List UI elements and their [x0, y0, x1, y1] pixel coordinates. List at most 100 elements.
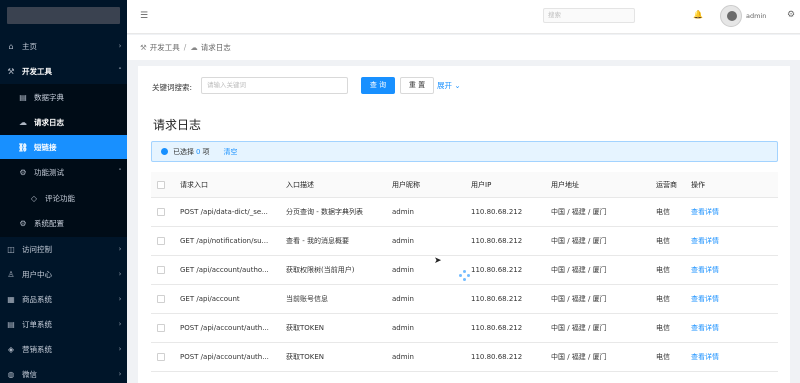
sidebar-item-label: 开发工具: [22, 66, 52, 76]
sidebar-item-user-center[interactable]: ♙ 用户中心 ›: [0, 262, 127, 286]
page-title: 请求日志: [153, 118, 202, 132]
breadcrumb-item-dev-tools[interactable]: 开发工具: [150, 42, 180, 53]
content-card: 关键词搜索: 请输入关键词 查 询 重 置 展开 ⌄ 请求日志 已选择 0 项 …: [138, 66, 790, 383]
row-checkbox[interactable]: [157, 295, 165, 303]
breadcrumb-item-request-log: 请求日志: [200, 43, 231, 52]
column-header: 用户地址: [551, 180, 579, 189]
cell-isp: 电信: [656, 237, 670, 245]
sidebar-item-order-system[interactable]: ▤ 订单系统 ›: [0, 312, 127, 336]
book-icon: ▤: [19, 92, 27, 102]
bell-icon[interactable]: 🔔: [693, 10, 703, 19]
cell-entry: POST /api/account/auth...: [180, 324, 269, 332]
mouse-cursor-icon: ➤: [434, 256, 442, 266]
view-details-link[interactable]: 查看详情: [691, 198, 741, 226]
lock-icon: ◫: [7, 244, 15, 254]
sidebar-item-request-log[interactable]: ☁ 请求日志: [0, 110, 127, 134]
sidebar-item-product-system[interactable]: ▦ 商品系统 ›: [0, 287, 127, 311]
sidebar-item-label: 商品系统: [22, 294, 52, 304]
view-details-link[interactable]: 查看详情: [691, 256, 741, 284]
cell-address: 中国 / 福建 / 厦门: [551, 324, 607, 332]
table-header: 请求入口 入口描述 用户昵称 用户IP 用户地址 运营商 操作: [151, 172, 778, 198]
user-icon: ♙: [7, 269, 15, 279]
order-icon: ▤: [7, 319, 15, 329]
view-details-link[interactable]: 查看详情: [691, 285, 741, 313]
cell-isp: 电信: [656, 353, 670, 361]
sidebar-item-short-link[interactable]: ⛓ 短链接: [0, 135, 127, 159]
selected-suffix: 项: [202, 147, 210, 156]
sidebar-item-feature-test[interactable]: ⚙ 功能测试 ˄: [0, 160, 127, 184]
sidebar-item-home[interactable]: ⌂ 主页 ›: [0, 34, 127, 58]
cell-ip: 110.80.68.212: [471, 266, 523, 274]
column-header: 操作: [691, 180, 705, 189]
gear-icon: ⚙: [19, 167, 27, 177]
expand-toggle[interactable]: 展开 ⌄: [437, 80, 461, 91]
clear-selection-link[interactable]: 清空: [223, 147, 237, 157]
sidebar-item-data-dict[interactable]: ▤ 数据字典: [0, 85, 127, 109]
cell-user: admin: [392, 266, 414, 274]
sidebar-item-system-config[interactable]: ⚙ 系统配置: [0, 211, 127, 235]
cell-entry: POST /api/account/auth...: [180, 353, 269, 361]
chevron-right-icon: ›: [118, 345, 122, 353]
cell-ip: 110.80.68.212: [471, 353, 523, 361]
chevron-up-icon: ˄: [118, 168, 122, 176]
breadcrumb-separator: /: [183, 43, 187, 52]
sidebar-item-label: 数据字典: [34, 92, 64, 102]
row-checkbox[interactable]: [157, 324, 165, 332]
row-checkbox[interactable]: [157, 353, 165, 361]
cell-ip: 110.80.68.212: [471, 237, 523, 245]
select-all-checkbox[interactable]: [157, 180, 165, 189]
cell-isp: 电信: [656, 208, 670, 216]
cell-isp: 电信: [656, 324, 670, 332]
query-button[interactable]: 查 询: [361, 77, 395, 94]
selection-alert: 已选择 0 项 清空: [151, 141, 778, 162]
sidebar-item-comments[interactable]: ◇ 评论功能: [0, 186, 127, 210]
product-icon: ▦: [7, 294, 15, 304]
cell-desc: 查看 - 我的消息概要: [286, 237, 349, 245]
column-header: 入口描述: [286, 180, 314, 189]
gear-icon: ⚙: [19, 218, 27, 228]
sidebar-item-marketing-system[interactable]: ◈ 营销系统 ›: [0, 337, 127, 361]
chevron-up-icon: ˄: [118, 67, 122, 75]
sidebar-item-access-control[interactable]: ◫ 访问控制 ›: [0, 237, 127, 261]
cell-isp: 电信: [656, 266, 670, 274]
sidebar-item-label: 用户中心: [22, 269, 52, 279]
cell-user: admin: [392, 353, 414, 361]
cell-entry: GET /api/account: [180, 295, 240, 303]
sidebar-item-label: 主页: [22, 41, 37, 51]
row-checkbox[interactable]: [157, 208, 165, 216]
table-row: POST /api/data-dict/_se... 分页查询 - 数据字典列表…: [151, 198, 778, 227]
view-details-link[interactable]: 查看详情: [691, 227, 741, 255]
selected-prefix: 已选择: [173, 147, 194, 156]
search-input[interactable]: 搜索: [543, 8, 635, 23]
cloud-icon: ☁: [190, 43, 198, 52]
cell-desc: 当前账号信息: [286, 295, 328, 303]
cell-entry: POST /api/data-dict/_se...: [180, 208, 268, 216]
keyword-label: 关键词搜索:: [152, 83, 193, 92]
username[interactable]: admin: [746, 12, 766, 20]
sidebar-item-wechat[interactable]: ◍ 微信 ›: [0, 362, 127, 383]
reset-button[interactable]: 重 置: [400, 77, 434, 94]
column-header: 用户IP: [471, 180, 492, 189]
cell-ip: 110.80.68.212: [471, 295, 523, 303]
row-checkbox[interactable]: [157, 266, 165, 274]
sidebar-item-dev-tools[interactable]: ⚒ 开发工具 ˄: [0, 59, 127, 83]
sidebar: ⌂ 主页 › ⚒ 开发工具 ˄ ▤ 数据字典 ☁ 请求日志 ⛓ 短链接 ⚙ 功能…: [0, 0, 127, 383]
settings-icon[interactable]: ⚙: [787, 10, 795, 20]
avatar[interactable]: [720, 5, 742, 27]
selected-count: 0: [196, 147, 201, 156]
cell-ip: 110.80.68.212: [471, 208, 523, 216]
view-details-link[interactable]: 查看详情: [691, 343, 741, 371]
cell-entry: GET /api/notification/su...: [180, 237, 269, 245]
sidebar-item-label: 订单系统: [22, 319, 52, 329]
cell-address: 中国 / 福建 / 厦门: [551, 353, 607, 361]
row-checkbox[interactable]: [157, 237, 165, 245]
cell-desc: 获取TOKEN: [286, 324, 325, 332]
chevron-right-icon: ›: [118, 270, 122, 278]
menu-toggle-icon[interactable]: ☰: [140, 11, 148, 21]
cell-address: 中国 / 福建 / 厦门: [551, 208, 607, 216]
table-row: POST /api/account/auth... 获取TOKEN admin …: [151, 343, 778, 372]
cell-address: 中国 / 福建 / 厦门: [551, 237, 607, 245]
keyword-input[interactable]: 请输入关键词: [201, 77, 348, 94]
view-details-link[interactable]: 查看详情: [691, 314, 741, 342]
loading-spinner-icon: [459, 270, 471, 282]
